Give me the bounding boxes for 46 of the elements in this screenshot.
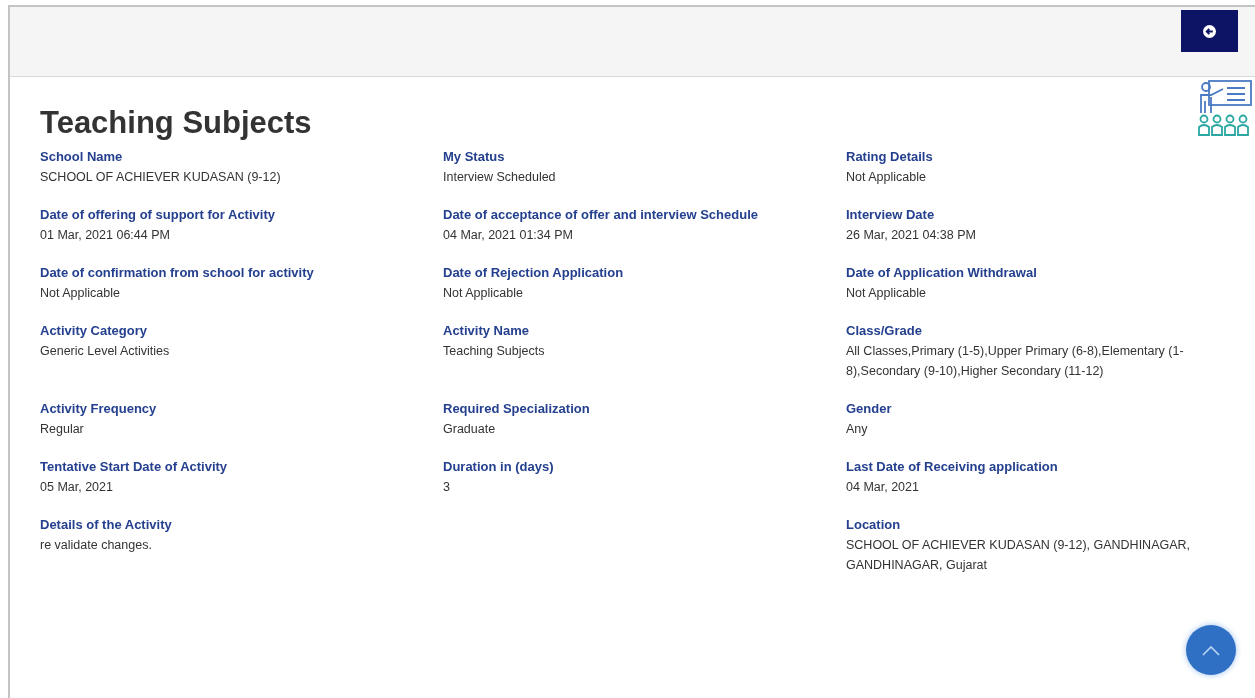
field-value: Not Applicable xyxy=(40,285,121,302)
page-title: Teaching Subjects xyxy=(40,105,312,141)
field-value: SCHOOL OF ACHIEVER KUDASAN (9-12), GANDHINAGAR, GANDHINAGAR, Gujarat xyxy=(846,537,1192,574)
field-label: Activity Name xyxy=(443,322,530,340)
field-value: 01 Mar, 2021 06:44 PM xyxy=(40,227,171,244)
field-label: Details of the Activity xyxy=(40,516,173,534)
field-value: Generic Level Activities xyxy=(40,343,171,360)
field-value: 04 Mar, 2021 xyxy=(846,479,920,496)
field-value: re validate changes. xyxy=(40,537,153,554)
field-label: Gender xyxy=(846,400,893,418)
field-value: Graduate xyxy=(443,421,497,438)
field-label: School Name xyxy=(40,148,124,166)
field-label: Duration in (days) xyxy=(443,458,555,476)
scroll-top-button[interactable] xyxy=(1186,625,1236,675)
field-value: All Classes,Primary (1-5),Upper Primary (6-8),Elementary (1-8),Secondary (9-10),Higher Secondary (11-12) xyxy=(846,343,1185,380)
field-label: Rating Details xyxy=(846,148,934,166)
field-label: Class/Grade xyxy=(846,322,923,340)
field-label: Activity Frequency xyxy=(40,400,158,418)
field-label: Date of confirmation from school for activity xyxy=(40,264,315,282)
field-value: Not Applicable xyxy=(846,169,927,186)
back-arrow-icon xyxy=(1203,24,1216,38)
field-label: Last Date of Receiving application xyxy=(846,458,1059,476)
field-value: Not Applicable xyxy=(443,285,524,302)
field-label: Interview Date xyxy=(846,206,936,224)
back-button[interactable] xyxy=(1181,10,1238,52)
field-value: 26 Mar, 2021 04:38 PM xyxy=(846,227,977,244)
field-label: Activity Category xyxy=(40,322,148,340)
field-label: Date of acceptance of offer and interview Schedule xyxy=(443,206,759,224)
field-label: Date of Application Withdrawal xyxy=(846,264,1038,282)
field-value: 3 xyxy=(443,479,451,496)
field-label: Location xyxy=(846,516,902,534)
teacher-class-icon xyxy=(1197,79,1253,137)
field-value: Not Applicable xyxy=(846,285,927,302)
field-label: Date of offering of support for Activity xyxy=(40,206,276,224)
field-label: Date of Rejection Application xyxy=(443,264,625,282)
field-value: 04 Mar, 2021 01:34 PM xyxy=(443,227,574,244)
field-label: Required Specialization xyxy=(443,400,591,418)
field-label: Tentative Start Date of Activity xyxy=(40,458,229,476)
field-value: SCHOOL OF ACHIEVER KUDASAN (9-12) xyxy=(40,169,282,186)
field-value: Teaching Subjects xyxy=(443,343,546,360)
chevron-up-icon xyxy=(1201,644,1221,656)
field-label: My Status xyxy=(443,148,506,166)
field-value: Any xyxy=(846,421,869,438)
field-value: 05 Mar, 2021 xyxy=(40,479,114,496)
field-value: Interview Scheduled xyxy=(443,169,557,186)
field-value: Regular xyxy=(40,421,85,438)
